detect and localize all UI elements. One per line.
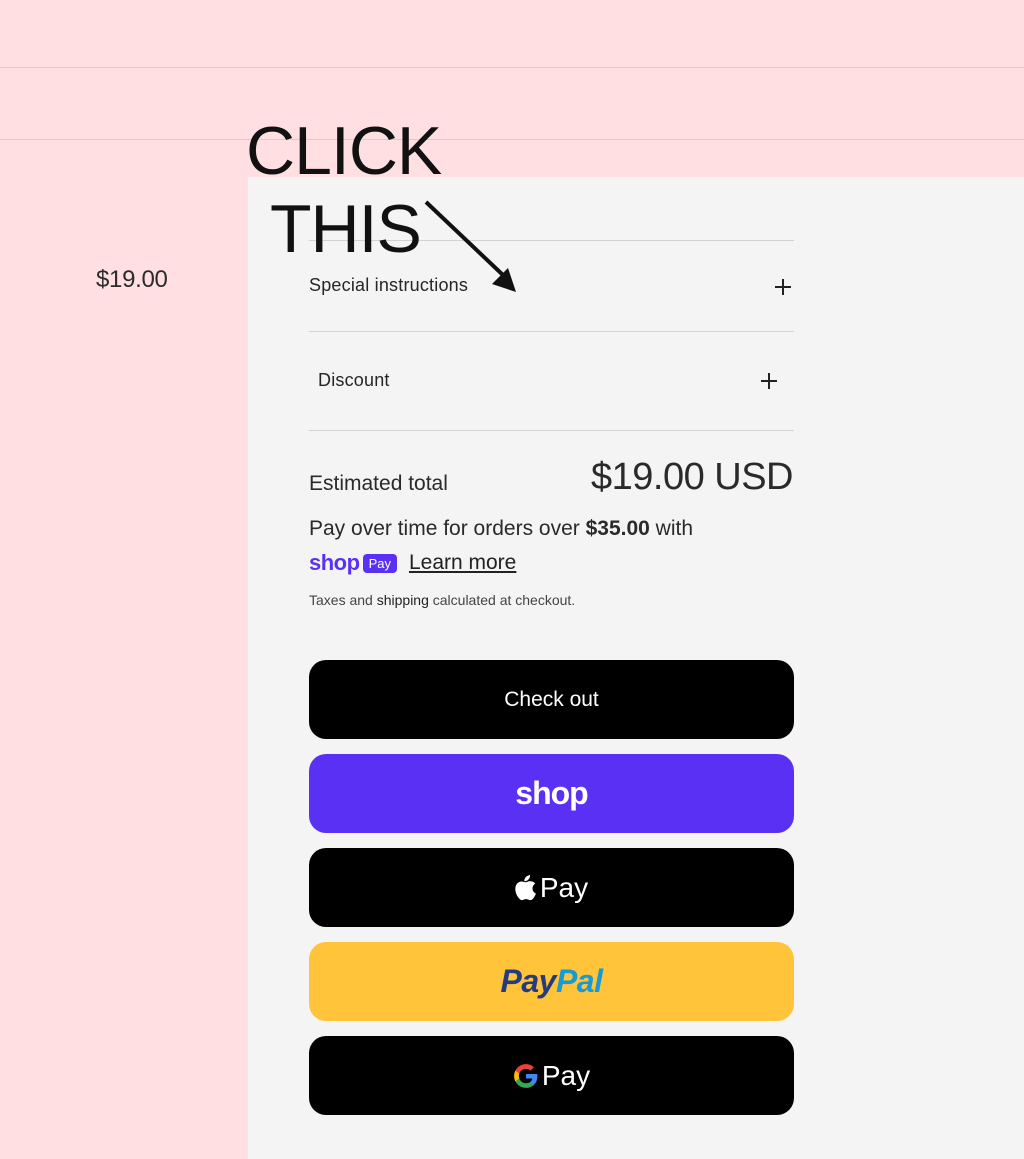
apple-icon: [515, 874, 536, 900]
divider: [309, 430, 794, 431]
pay-over-prefix: Pay over time for orders over: [309, 517, 586, 540]
shop-logo: shop: [515, 775, 588, 811]
plus-icon[interactable]: [775, 279, 791, 295]
paypal-button[interactable]: PayPal: [309, 942, 794, 1021]
google-g-icon: [513, 1063, 538, 1088]
apple-pay-button[interactable]: Pay: [309, 848, 794, 927]
pay-over-time-text: Pay over time for orders over $35.00 wit…: [309, 517, 693, 541]
shop-pay-logo: shop: [309, 550, 360, 575]
estimated-total-label: Estimated total: [309, 472, 448, 495]
line-item-price: $19.00: [96, 266, 168, 293]
header-divider: [0, 139, 1024, 140]
taxes-suffix: calculated at checkout.: [428, 592, 576, 608]
arrow-icon: [424, 200, 516, 292]
discount-toggle[interactable]: Discount: [318, 370, 390, 391]
header-divider: [0, 67, 1024, 68]
shop-pay-badge: Pay: [362, 553, 397, 573]
shop-pay-installments: shop Pay Learn more: [309, 549, 516, 577]
annotation-line-1: CLICK: [246, 113, 442, 189]
google-pay-label: Pay: [541, 1059, 591, 1091]
shop-pay-button[interactable]: shop: [309, 754, 794, 833]
learn-more-link[interactable]: Learn more: [409, 551, 516, 575]
paypal-logo: PayPal: [501, 963, 603, 1000]
click-this-annotation: CLICK THIS: [246, 112, 442, 268]
paypal-logo-part2: Pal: [555, 963, 603, 999]
plus-icon[interactable]: [761, 373, 777, 389]
checkout-label: Check out: [504, 687, 599, 711]
checkout-button[interactable]: Check out: [309, 660, 794, 739]
taxes-note: Taxes and shipping calculated at checkou…: [309, 592, 575, 608]
apple-pay-label: Pay: [539, 871, 589, 903]
pay-over-suffix: with: [649, 517, 694, 540]
divider: [309, 331, 794, 332]
estimated-total-value: $19.00 USD: [590, 456, 794, 498]
taxes-prefix: Taxes and: [309, 592, 377, 608]
google-pay-button[interactable]: Pay: [309, 1036, 794, 1115]
shipping-link[interactable]: shipping: [377, 592, 429, 608]
annotation-line-2: THIS: [270, 191, 422, 267]
pay-over-amount: $35.00: [585, 517, 650, 540]
paypal-logo-part1: Pay: [500, 963, 557, 999]
